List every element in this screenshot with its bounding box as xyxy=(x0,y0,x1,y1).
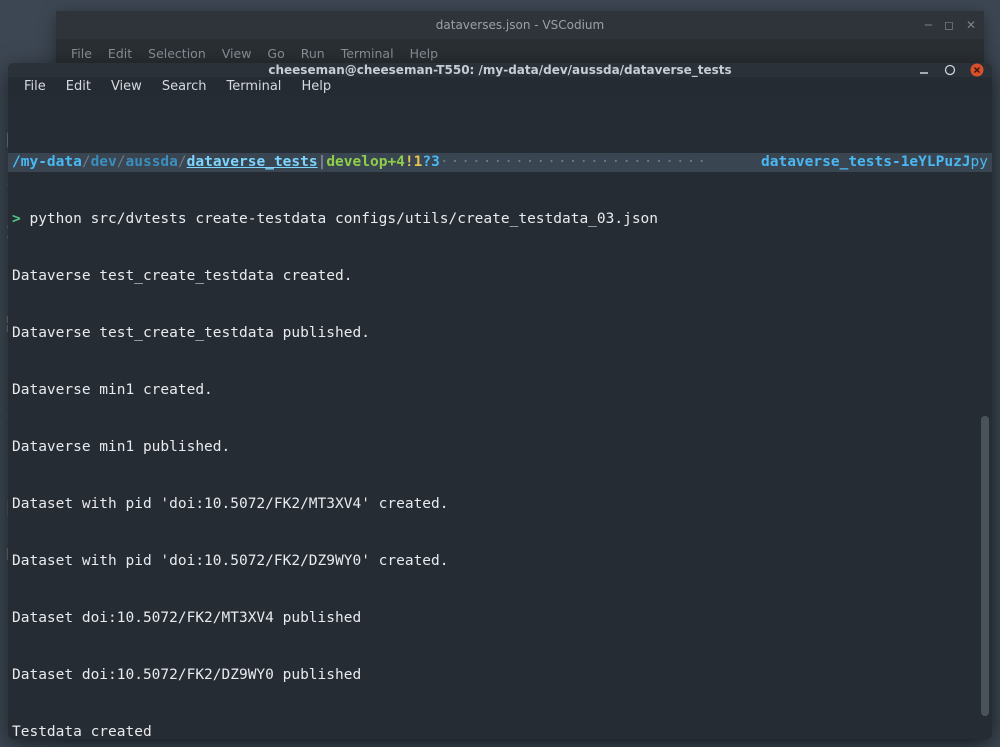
terminal-title: cheeseman@cheeseman-T550: /my-data/dev/a… xyxy=(268,63,731,77)
menu-help[interactable]: Help xyxy=(293,77,339,96)
command-line: > python src/dvtests create-testdata con… xyxy=(8,210,992,229)
terminal-titlebar: cheeseman@cheeseman-T550: /my-data/dev/a… xyxy=(8,63,992,77)
output-line: Dataset doi:10.5072/FK2/DZ9WY0 published xyxy=(8,666,992,685)
menu-edit[interactable]: Edit xyxy=(103,44,137,63)
output-line: Dataset with pid 'doi:10.5072/FK2/DZ9WY0… xyxy=(8,552,992,571)
vscodium-window-controls: ─ ◻ ✕ xyxy=(925,18,976,32)
menu-go[interactable]: Go xyxy=(262,44,289,63)
output-line: Dataset with pid 'doi:10.5072/FK2/MT3XV4… xyxy=(8,495,992,514)
terminal-menubar: File Edit View Search Terminal Help xyxy=(8,77,992,96)
close-icon[interactable]: ✕ xyxy=(966,18,976,32)
menu-edit[interactable]: Edit xyxy=(58,77,99,96)
minimize-icon[interactable] xyxy=(918,64,930,76)
menu-file[interactable]: File xyxy=(16,77,54,96)
menu-search[interactable]: Search xyxy=(154,77,215,96)
output-line: Testdata created xyxy=(8,723,992,739)
vscodium-title: dataverses.json - VSCodium xyxy=(436,18,604,32)
maximize-icon[interactable] xyxy=(944,64,956,76)
terminal-window: cheeseman@cheeseman-T550: /my-data/dev/a… xyxy=(8,63,992,739)
menu-terminal[interactable]: Terminal xyxy=(336,44,399,63)
output-line: Dataverse test_create_testdata published… xyxy=(8,324,992,343)
menu-file[interactable]: File xyxy=(66,44,97,63)
prompt-line: /my-data/dev/aussda/dataverse_tests | de… xyxy=(8,153,992,172)
terminal-window-controls xyxy=(918,63,984,77)
minimize-icon[interactable]: ─ xyxy=(925,18,932,32)
menu-view[interactable]: View xyxy=(103,77,150,96)
menu-help[interactable]: Help xyxy=(405,44,444,63)
path-root: /my-data xyxy=(12,153,82,172)
scrollbar-thumb[interactable] xyxy=(981,416,989,716)
close-icon[interactable] xyxy=(970,63,984,77)
vscodium-titlebar: dataverses.json - VSCodium ─ ◻ ✕ xyxy=(56,11,984,39)
output-line: Dataverse test_create_testdata created. xyxy=(8,267,992,286)
output-line: Dataverse min1 published. xyxy=(8,438,992,457)
scrollbar[interactable] xyxy=(980,96,990,739)
menu-terminal[interactable]: Terminal xyxy=(218,77,289,96)
menu-run[interactable]: Run xyxy=(296,44,330,63)
terminal-body[interactable]: /my-data/dev/aussda/dataverse_tests | de… xyxy=(8,96,992,739)
output-line: Dataset doi:10.5072/FK2/MT3XV4 published xyxy=(8,609,992,628)
menu-view[interactable]: View xyxy=(217,44,257,63)
output-line: Dataverse min1 created. xyxy=(8,381,992,400)
menu-selection[interactable]: Selection xyxy=(143,44,211,63)
maximize-icon[interactable]: ◻ xyxy=(944,18,954,32)
